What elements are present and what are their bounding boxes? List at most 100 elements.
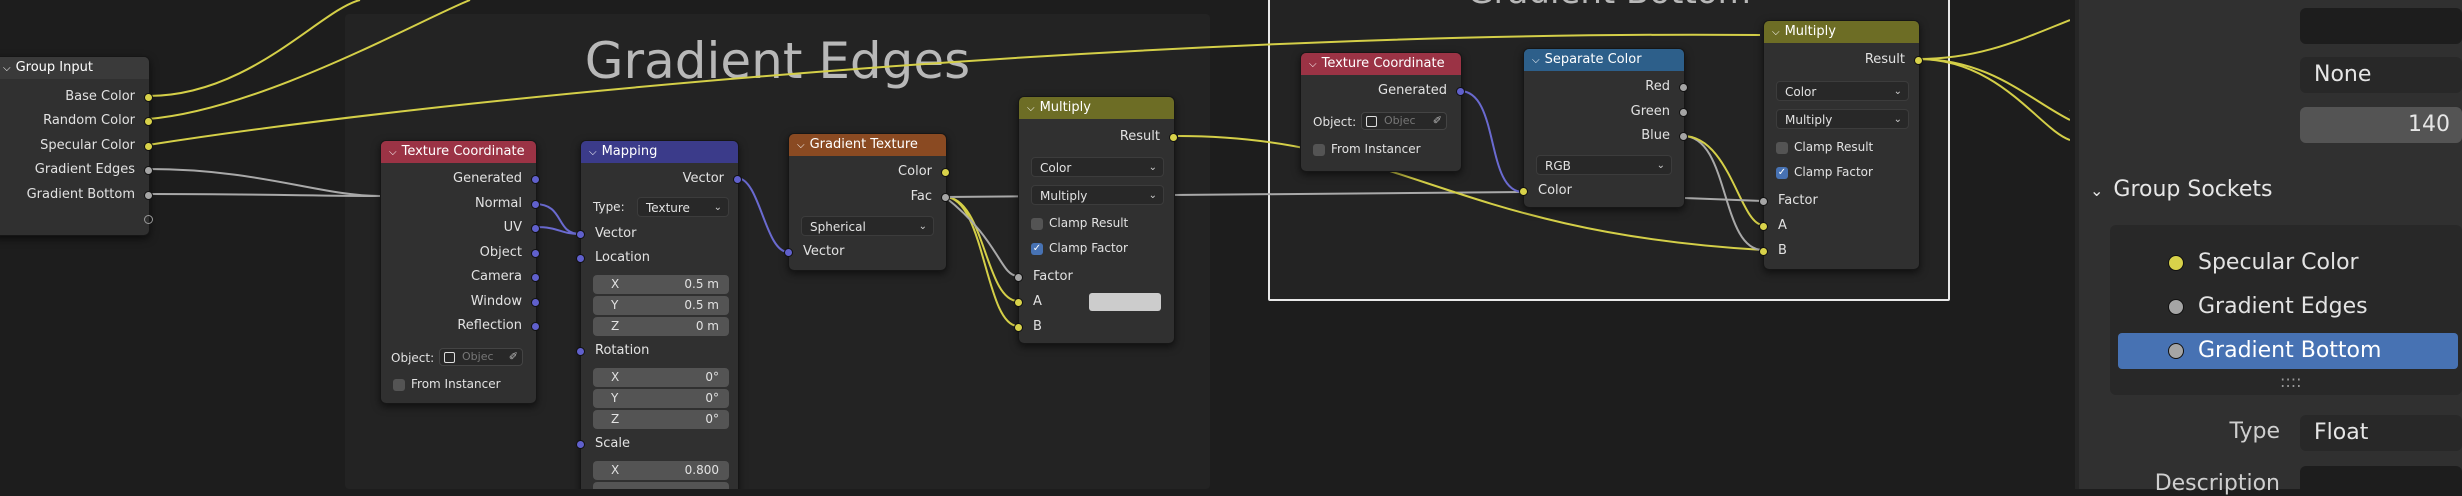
socket-item-gradient-bottom[interactable]: Gradient Bottom (2118, 333, 2458, 369)
socket[interactable] (531, 273, 540, 282)
description-field-2[interactable] (2300, 466, 2462, 489)
type-dropdown[interactable]: Float (2300, 415, 2462, 451)
socket[interactable] (531, 224, 540, 233)
group-sockets-header[interactable]: ⌄ Group Sockets (2090, 175, 2272, 205)
socket[interactable] (144, 191, 153, 200)
node-texture-coordinate[interactable]: ⌵ Texture Coordinate Generated Object: Ob… (1300, 52, 1465, 172)
socket[interactable] (1519, 187, 1528, 196)
rotation-z-field[interactable]: Z 0° (593, 410, 729, 429)
node-header[interactable]: ⌵ Group Input (0, 57, 149, 79)
separate-mode-dropdown[interactable]: RGB ⌄ (1536, 155, 1672, 175)
socket[interactable] (531, 298, 540, 307)
color-tag-dropdown[interactable]: None (2300, 57, 2462, 93)
chevron-down-icon[interactable]: ⌵ (1027, 103, 1035, 114)
socket-item-gradient-edges[interactable]: Gradient Edges (2118, 289, 2458, 325)
socket[interactable] (941, 193, 950, 202)
chevron-down-icon[interactable]: ⌵ (1772, 27, 1780, 38)
clamp-result-checkbox[interactable] (1031, 218, 1043, 230)
socket[interactable] (531, 322, 540, 331)
node-mapping[interactable]: ⌵ Mapping Vector Type: Texture ⌄ Vector Lo… (576, 140, 742, 489)
socket[interactable] (1759, 197, 1768, 206)
scale-x-field[interactable]: X 0.800 (593, 461, 729, 480)
value: 0.800 (684, 463, 719, 477)
blend-mode-dropdown[interactable]: Multiply ⌄ (1031, 185, 1164, 205)
socket-item-specular-color[interactable]: Specular Color (2118, 245, 2458, 281)
from-instancer-checkbox[interactable] (1313, 144, 1325, 156)
gradient-type-dropdown[interactable]: Spherical ⌄ (801, 216, 934, 236)
rotation-y-field[interactable]: Y 0° (593, 389, 729, 408)
socket[interactable] (576, 440, 585, 449)
socket-empty[interactable] (144, 215, 153, 224)
socket[interactable] (1679, 132, 1688, 141)
eyedropper-icon[interactable]: ✐ (509, 349, 518, 365)
socket[interactable] (941, 168, 950, 177)
rotation-x-field[interactable]: X 0° (593, 368, 729, 387)
node-separate-color[interactable]: ⌵ Separate Color Red Green Blue RGB ⌄ Colo… (1519, 48, 1688, 208)
chevron-down-icon[interactable]: ⌵ (3, 63, 11, 74)
data-type-dropdown[interactable]: Color ⌄ (1776, 81, 1909, 101)
link (944, 196, 1019, 327)
socket[interactable] (1456, 87, 1465, 96)
eyedropper-icon[interactable]: ✐ (1433, 113, 1442, 129)
socket[interactable] (576, 347, 585, 356)
node-gradient-texture[interactable]: ⌵ Gradient Texture Color Fac Spherical ⌄ V… (784, 133, 950, 271)
socket[interactable] (1914, 56, 1923, 65)
socket[interactable] (576, 230, 585, 239)
clamp-factor-checkbox[interactable]: ✓ (1031, 243, 1043, 255)
node-texture-coordinate[interactable]: ⌵ Texture Coordinate Generated Normal UV … (380, 140, 540, 404)
location-y-field[interactable]: Y 0.5 m (593, 296, 729, 315)
node-header[interactable]: ⌵ Separate Color (1524, 49, 1684, 71)
socket[interactable] (733, 175, 742, 184)
socket[interactable] (1679, 83, 1688, 92)
socket[interactable] (144, 117, 153, 126)
socket[interactable] (531, 175, 540, 184)
node-header[interactable]: ⌵ Texture Coordinate (381, 141, 536, 163)
chevron-down-icon[interactable]: ⌵ (589, 147, 597, 158)
socket[interactable] (1014, 273, 1023, 282)
socket[interactable] (1014, 323, 1023, 332)
object-picker[interactable]: Objec ✐ (439, 348, 523, 366)
mapping-type-dropdown[interactable]: Texture ⌄ (637, 197, 729, 217)
socket[interactable] (1759, 247, 1768, 256)
node-group-input[interactable]: ⌵ Group Input Base Color Random Color Spe… (0, 56, 153, 236)
node-header[interactable]: ⌵ Texture Coordinate (1301, 53, 1461, 75)
chevron-down-icon: ⌄ (1148, 162, 1157, 173)
chevron-down-icon[interactable]: ⌵ (389, 147, 397, 158)
clamp-factor-checkbox[interactable]: ✓ (1776, 167, 1788, 179)
socket[interactable] (784, 248, 793, 257)
chevron-down-icon[interactable]: ⌵ (1309, 59, 1317, 70)
chevron-down-icon[interactable]: ⌵ (797, 140, 805, 151)
description-field[interactable] (2300, 8, 2462, 44)
from-instancer-checkbox[interactable] (393, 379, 405, 391)
object-picker[interactable]: Objec ✐ (1361, 112, 1447, 130)
scale-y-field[interactable] (593, 482, 729, 489)
list-resize-grip[interactable]: :::: (2280, 372, 2302, 391)
socket[interactable] (1759, 222, 1768, 231)
node-header[interactable]: ⌵ Mapping (581, 141, 738, 163)
chevron-down-icon[interactable]: ⌵ (1532, 55, 1540, 66)
node-multiply[interactable]: ⌵ Multiply Result Color ⌄ Multiply ⌄ Clamp … (1014, 96, 1178, 344)
location-x-field[interactable]: X 0.5 m (593, 275, 729, 294)
socket[interactable] (144, 142, 153, 151)
socket[interactable] (531, 249, 540, 258)
socket[interactable] (1679, 108, 1688, 117)
socket-color-dot (2168, 299, 2184, 315)
socket[interactable] (144, 93, 153, 102)
socket[interactable] (144, 166, 153, 175)
socket[interactable] (576, 254, 585, 263)
node-header[interactable]: ⌵ Multiply (1764, 21, 1919, 43)
blend-mode-dropdown[interactable]: Multiply ⌄ (1776, 109, 1909, 129)
data-type-dropdown[interactable]: Color ⌄ (1031, 157, 1164, 177)
socket[interactable] (1169, 133, 1178, 142)
socket[interactable] (1014, 298, 1023, 307)
color-swatch[interactable] (1089, 293, 1161, 311)
node-header[interactable]: ⌵ Multiply (1019, 97, 1174, 119)
clamp-result-checkbox[interactable] (1776, 142, 1788, 154)
node-header[interactable]: ⌵ Gradient Texture (789, 134, 946, 156)
value: 0.5 m (684, 298, 719, 312)
node-multiply[interactable]: ⌵ Multiply Result Color ⌄ Multiply ⌄ Clamp … (1759, 20, 1923, 270)
socket[interactable] (531, 200, 540, 209)
node-width-field[interactable]: 140 (2300, 107, 2462, 143)
node-editor-canvas[interactable]: Gradient Edges Gradient Bottom (0, 0, 2070, 489)
location-z-field[interactable]: Z 0 m (593, 317, 729, 336)
